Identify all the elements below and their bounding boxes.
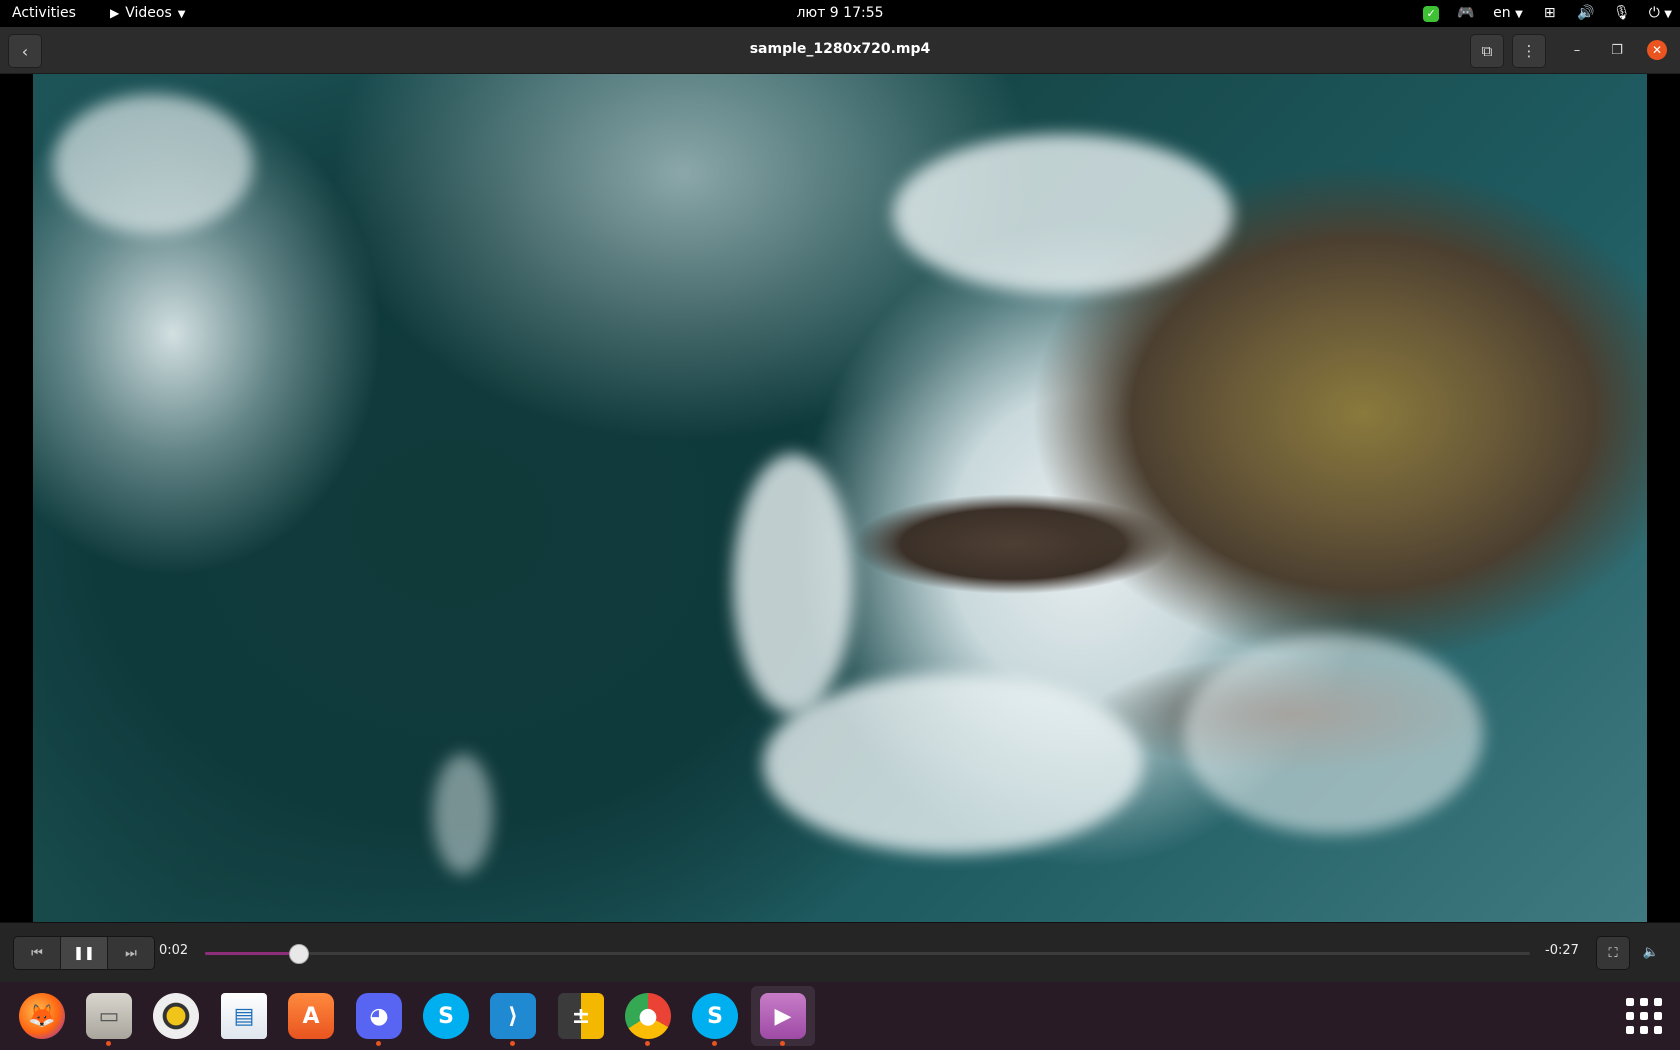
volume-icon[interactable]: 🔊 <box>1577 5 1595 23</box>
dock-item-writer[interactable]: ▤ <box>212 986 276 1046</box>
system-tray: ✓ 🎮 en ▼ ⊞ 🔊 🎙 ⏻ ▼ <box>1423 0 1672 27</box>
chrome-icon: ● <box>625 993 671 1039</box>
transport-buttons: ⏮ ❚❚ ⏭ <box>13 936 155 970</box>
wave-foam <box>733 454 853 714</box>
dock: 🦊 ▭ ▤ A ◕ S ⟩ ± ● S ▶ <box>0 982 1680 1050</box>
skip-back-icon: ⏮ <box>31 945 43 961</box>
chevron-left-icon: ‹ <box>21 41 29 61</box>
dock-item-firefox[interactable]: 🦊 <box>10 986 74 1046</box>
wave-foam <box>893 134 1233 294</box>
chevron-down-icon: ▼ <box>1515 8 1523 20</box>
software-icon: A <box>288 993 334 1039</box>
seek-handle[interactable] <box>288 944 309 964</box>
activities-button[interactable]: Activities <box>12 0 76 27</box>
close-button[interactable]: ✕ <box>1647 40 1667 60</box>
time-remaining: -0:27 <box>1545 943 1579 958</box>
dock-item-skype[interactable]: S <box>683 986 747 1046</box>
firefox-icon: 🦊 <box>19 993 65 1039</box>
maximize-button[interactable]: ❐ <box>1607 40 1627 60</box>
menu-button[interactable]: ⋮ <box>1512 34 1546 68</box>
seek-progress <box>205 952 298 955</box>
vscode-icon: ⟩ <box>490 993 536 1039</box>
header-bar: ‹ sample_1280x720.mp4 ⧉ ⋮ – ❐ ✕ <box>0 27 1680 74</box>
previous-button[interactable]: ⏮ <box>14 937 61 969</box>
skype-icon: S <box>423 993 469 1039</box>
back-button[interactable]: ‹ <box>8 34 42 68</box>
dock-item-chrome[interactable]: ● <box>616 986 680 1046</box>
discord-tray-icon[interactable]: 🎮 <box>1457 5 1475 23</box>
microphone-icon[interactable]: 🎙 <box>1613 5 1631 23</box>
minimize-icon: – <box>1573 42 1581 58</box>
pip-icon: ⧉ <box>1481 42 1493 60</box>
app-menu-label: Videos <box>125 5 172 21</box>
dock-item-calculator[interactable]: ± <box>549 986 613 1046</box>
chevron-down-icon: ▼ <box>177 9 186 20</box>
seek-bar[interactable] <box>205 944 1530 964</box>
volume-icon: 🔈 <box>1642 944 1660 960</box>
dock-item-vscode[interactable]: ⟩ <box>481 986 545 1046</box>
skype-icon: S <box>692 993 738 1039</box>
running-indicator <box>510 1041 515 1046</box>
discord-icon: ◕ <box>356 993 402 1039</box>
skip-forward-icon: ⏭ <box>125 945 137 961</box>
chevron-down-icon: ▼ <box>1664 8 1672 20</box>
dock-item-skype[interactable]: S <box>414 986 478 1046</box>
dock-item-files[interactable]: ▭ <box>77 986 141 1046</box>
fullscreen-icon: ⛶ <box>1608 945 1618 961</box>
shield-check-icon[interactable]: ✓ <box>1423 5 1440 22</box>
time-elapsed: 0:02 <box>159 943 189 958</box>
dock-item-software[interactable]: A <box>279 986 343 1046</box>
next-button[interactable]: ⏭ <box>108 937 154 969</box>
videos-icon: ▶ <box>760 993 806 1039</box>
rhythmbox-icon <box>153 993 199 1039</box>
play-pause-button[interactable]: ❚❚ <box>61 937 108 969</box>
video-frame[interactable] <box>33 74 1647 922</box>
wave-foam <box>1183 634 1483 834</box>
wave-foam <box>763 674 1143 854</box>
wave-foam <box>53 94 253 234</box>
running-indicator <box>712 1041 717 1046</box>
running-indicator <box>645 1041 650 1046</box>
picture-in-picture-button[interactable]: ⧉ <box>1470 34 1504 68</box>
dock-item-videos[interactable]: ▶ <box>751 986 815 1046</box>
play-icon: ▶ <box>110 6 120 20</box>
fullscreen-button[interactable]: ⛶ <box>1596 936 1630 970</box>
close-icon: ✕ <box>1651 43 1663 57</box>
volume-button[interactable]: 🔈 <box>1638 936 1664 968</box>
files-icon: ▭ <box>86 993 132 1039</box>
minimize-button[interactable]: – <box>1567 40 1587 60</box>
more-vertical-icon: ⋮ <box>1521 42 1537 60</box>
top-bar: Activities ▶ Videos ▼ лют 9 17:55 ✓ 🎮 en ▼… <box>0 0 1680 27</box>
pause-icon: ❚❚ <box>73 945 95 961</box>
language-indicator[interactable]: en ▼ <box>1493 0 1523 28</box>
window-title: sample_1280x720.mp4 <box>749 41 931 57</box>
writer-icon: ▤ <box>221 993 267 1039</box>
app-menu[interactable]: ▶ Videos ▼ <box>110 0 185 27</box>
show-applications-button[interactable] <box>1620 992 1668 1040</box>
wave-foam <box>433 754 493 874</box>
running-indicator <box>106 1041 111 1046</box>
clock[interactable]: лют 9 17:55 <box>796 5 883 21</box>
calculator-icon: ± <box>558 993 604 1039</box>
power-menu[interactable]: ⏻ ▼ <box>1649 0 1672 28</box>
dock-item-rhythmbox[interactable] <box>144 986 208 1046</box>
language-label: en <box>1493 4 1511 21</box>
network-icon[interactable]: ⊞ <box>1541 5 1559 23</box>
running-indicator <box>780 1041 785 1046</box>
running-indicator <box>376 1041 381 1046</box>
power-icon: ⏻ <box>1648 4 1660 21</box>
playback-controls: ⏮ ❚❚ ⏭ 0:02 -0:27 ⛶ 🔈 <box>0 922 1680 982</box>
dock-item-discord[interactable]: ◕ <box>347 986 411 1046</box>
restore-icon: ❐ <box>1611 42 1623 58</box>
